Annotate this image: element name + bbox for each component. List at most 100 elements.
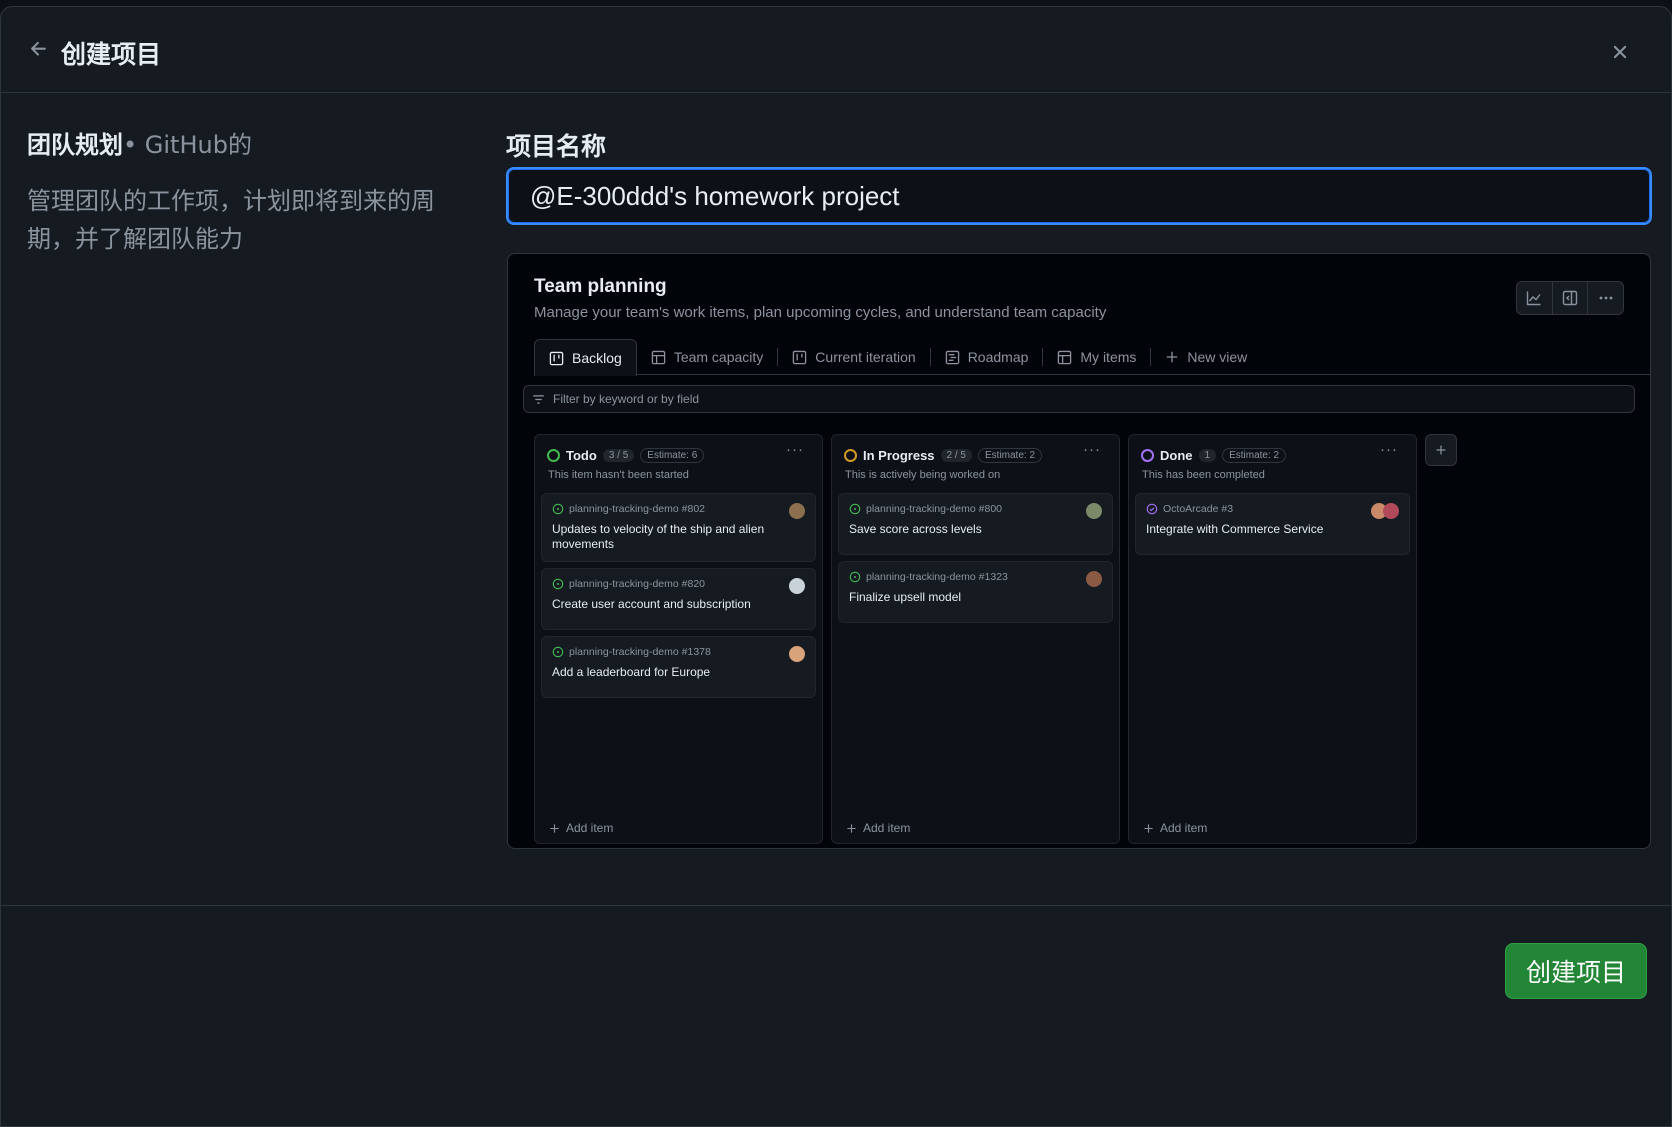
tab-label: Team capacity [673, 349, 764, 365]
create-project-button[interactable]: 创建项目 [1505, 943, 1647, 999]
issue-open-icon [552, 578, 564, 590]
column-estimate: Estimate: 6 [640, 447, 705, 463]
column-estimate: Estimate: 2 [978, 447, 1043, 463]
status-circle-icon [844, 448, 857, 462]
avatar [789, 578, 805, 594]
column-name: Todo [566, 447, 597, 463]
card-title: Create user account and subscription [552, 597, 751, 611]
tab-backlog: Backlog [534, 339, 637, 376]
board-column-done: Done 1 Estimate: 2 ··· This has been com… [1128, 434, 1417, 844]
tab-label: Roadmap [967, 349, 1029, 365]
column-name: Done [1160, 447, 1193, 463]
tab-label: Current iteration [815, 349, 916, 365]
graph-icon [1527, 291, 1541, 306]
avatar [1086, 571, 1102, 587]
sidebar-toggle-button [1553, 282, 1589, 314]
issue-open-icon [552, 646, 564, 658]
issue-open-icon [849, 503, 861, 515]
column-description: This item hasn't been started [548, 469, 689, 481]
column-count: 3 / 5 [602, 448, 635, 462]
tab-my-items: My items [1043, 339, 1150, 375]
card-title: Finalize upsell model [849, 590, 962, 604]
board-card: planning-tracking-demo #1378 Add a leade… [541, 636, 816, 698]
issue-open-icon [552, 503, 564, 515]
column-description: This is actively being worked on [845, 469, 1001, 481]
dialog-footer-divider [1, 905, 1671, 906]
board-card: planning-tracking-demo #802 Updates to v… [541, 493, 816, 562]
board-card: planning-tracking-demo #1323 Finalize up… [838, 561, 1113, 623]
project-name-input[interactable] [506, 167, 1652, 225]
tab-label: My items [1080, 349, 1137, 365]
issue-closed-icon [1146, 503, 1158, 515]
column-estimate: Estimate: 2 [1222, 447, 1287, 463]
plus-icon [550, 823, 559, 833]
avatar [789, 646, 805, 662]
close-icon [1613, 45, 1627, 59]
status-circle-icon [1141, 448, 1154, 462]
more-options-button [1588, 282, 1623, 314]
board-card: OctoArcade #3 Integrate with Commerce Se… [1135, 493, 1410, 555]
kebab-horizontal-icon: ··· [786, 441, 804, 458]
tab-label: New view [1187, 349, 1248, 365]
column-name: In Progress [863, 447, 935, 463]
kebab-horizontal-icon: ··· [1083, 441, 1101, 458]
column-count: 1 [1198, 448, 1217, 462]
kebab-horizontal-icon: ··· [1380, 441, 1398, 458]
tab-team-capacity: Team capacity [637, 339, 777, 375]
table-icon [651, 350, 666, 364]
card-repo: planning-tracking-demo #802 [569, 503, 706, 515]
dialog-header: 创建项目 [1, 7, 1671, 93]
tab-label: Backlog [572, 350, 622, 366]
card-title: Integrate with Commerce Service [1146, 522, 1324, 536]
board-icon [549, 351, 564, 365]
column-count: 2 / 5 [940, 448, 972, 462]
avatar [789, 503, 805, 519]
insights-button [1517, 282, 1553, 314]
card-title: Add a leaderboard for Europe [552, 665, 711, 679]
template-description: 管理团队的工作项，计划即将到来的周期，并了解团队能力 [27, 187, 435, 253]
kebab-horizontal-icon [1599, 296, 1613, 300]
card-repo: planning-tracking-demo #1378 [569, 646, 711, 658]
plus-icon [1436, 445, 1446, 455]
plus-icon [1144, 823, 1153, 833]
preview-subtitle: Manage your team's work items, plan upco… [534, 304, 1107, 321]
board-column-todo: Todo 3 / 5 Estimate: 6 ··· This item has… [534, 434, 823, 844]
add-item-label: Add item [1160, 821, 1208, 835]
add-item-button: Add item [1143, 821, 1207, 835]
preview-toolbar [1516, 281, 1624, 315]
template-name: 团队规划 [27, 131, 123, 159]
close-button[interactable] [1607, 39, 1633, 65]
board: Todo 3 / 5 Estimate: 6 ··· This item has… [534, 434, 1457, 844]
plus-icon [1167, 351, 1178, 363]
filter-input: Filter by keyword or by field [523, 385, 1635, 413]
create-project-dialog: 创建项目 团队规划• GitHub的 管理团队的工作项，计划即将到来的周期，并了… [0, 6, 1672, 1127]
tab-roadmap: Roadmap [931, 339, 1043, 375]
board-icon [793, 350, 807, 364]
tab-new-view: New view [1151, 339, 1261, 375]
card-repo: planning-tracking-demo #1323 [866, 571, 1008, 583]
card-repo: planning-tracking-demo #820 [569, 578, 706, 590]
template-preview: Team planning Manage your team's work it… [507, 253, 1651, 849]
add-item-label: Add item [863, 821, 911, 835]
column-description: This has been completed [1142, 469, 1265, 481]
add-column-button [1425, 434, 1457, 466]
plus-icon [847, 823, 856, 833]
back-button[interactable] [25, 35, 53, 63]
add-item-button: Add item [549, 821, 613, 835]
card-title: Updates to velocity of the ship and alie… [552, 522, 765, 551]
arrow-left-icon [31, 41, 46, 56]
view-tabs: Backlog Team capacity Current iteration … [534, 339, 1650, 376]
board-card: planning-tracking-demo #800 Save score a… [838, 493, 1113, 555]
board-card: planning-tracking-demo #820 Create user … [541, 568, 816, 630]
filter-icon [533, 394, 544, 404]
dialog-title: 创建项目 [61, 40, 162, 69]
roadmap-icon [945, 350, 959, 364]
add-item-button: Add item [846, 821, 910, 835]
avatar [1383, 503, 1399, 519]
board-column-in-progress: In Progress 2 / 5 Estimate: 2 ··· This i… [831, 434, 1120, 844]
card-repo: OctoArcade #3 [1163, 503, 1234, 515]
table-icon [1058, 350, 1072, 364]
add-item-label: Add item [566, 821, 614, 835]
status-circle-icon [547, 448, 560, 462]
template-info: 团队规划• GitHub的 管理团队的工作项，计划即将到来的周期，并了解团队能力 [27, 125, 467, 258]
